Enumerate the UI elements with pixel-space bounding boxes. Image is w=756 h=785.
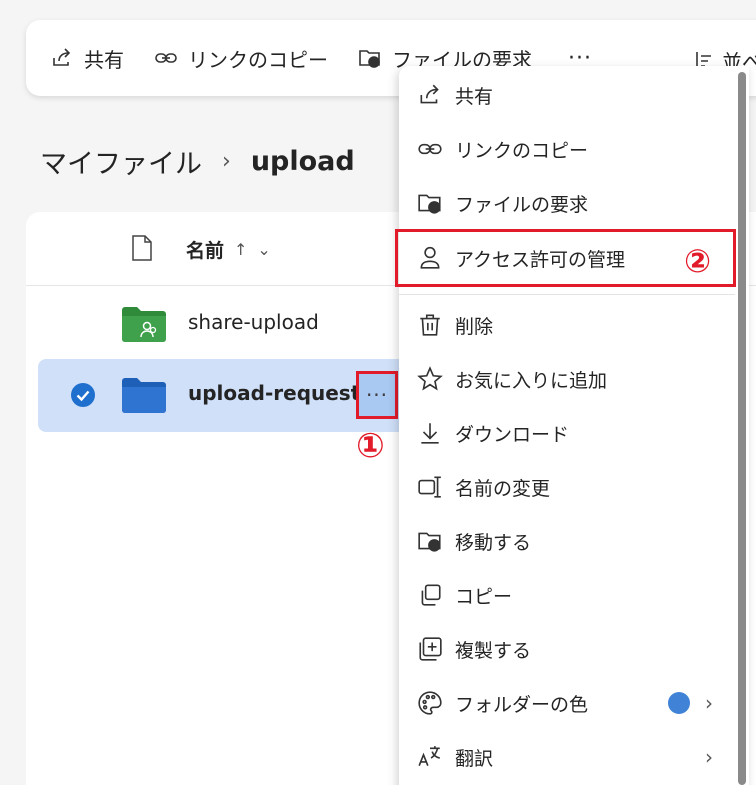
checkmark-icon[interactable] <box>70 382 96 408</box>
person-icon <box>417 245 443 271</box>
menu-item-label: 移動する <box>455 531 532 554</box>
annotation-step-2: ② <box>684 242 712 280</box>
rename-icon <box>417 474 443 500</box>
file-type-icon <box>130 234 154 262</box>
row-more-button[interactable]: ··· <box>356 371 398 419</box>
menu-item-label: コピー <box>455 585 513 608</box>
menu-item-delete[interactable]: 削除 <box>399 300 739 350</box>
menu-item-label: フォルダーの色 <box>455 693 589 716</box>
share-icon <box>50 46 74 70</box>
menu-divider <box>399 294 735 295</box>
table-row[interactable]: share-upload <box>38 288 438 360</box>
chevron-right-icon: › <box>705 691 713 715</box>
menu-item-label: お気に入りに追加 <box>455 369 608 392</box>
toolbar-share-label: 共有 <box>84 47 124 72</box>
menu-item-label: 翻訳 <box>455 747 494 770</box>
menu-item-copy[interactable]: コピー <box>399 570 739 620</box>
download-icon <box>417 420 443 446</box>
menu-item-download[interactable]: ダウンロード <box>399 408 739 458</box>
breadcrumb-separator: › <box>222 149 231 174</box>
star-icon <box>417 366 443 392</box>
folder-color-swatch <box>668 692 690 714</box>
file-name[interactable]: upload-request <box>188 381 360 405</box>
menu-item-move[interactable]: 移動する <box>399 516 739 566</box>
menu-item-label: 共有 <box>455 85 494 108</box>
table-row-selected[interactable]: upload-request ··· <box>38 359 438 432</box>
menu-item-label: 削除 <box>455 315 494 338</box>
translate-icon <box>417 744 443 770</box>
breadcrumb-current: upload <box>250 146 355 177</box>
move-icon <box>417 528 443 554</box>
shared-folder-icon <box>122 306 166 342</box>
folder-icon <box>122 377 166 413</box>
chevron-right-icon: › <box>705 745 713 769</box>
trash-icon <box>417 312 443 338</box>
chevron-down-icon[interactable]: ⌄ <box>257 240 270 259</box>
toolbar-copy-link-label: リンクのコピー <box>188 47 328 72</box>
duplicate-icon <box>417 636 443 662</box>
menu-item-label: ファイルの要求 <box>455 193 589 216</box>
menu-item-label: ダウンロード <box>455 423 570 446</box>
menu-item-translate[interactable]: 翻訳 › <box>399 732 739 782</box>
sort-ascending-icon: ↑ <box>234 240 248 259</box>
folder-request-icon <box>417 190 443 216</box>
breadcrumb-root[interactable]: マイファイル <box>40 142 202 181</box>
menu-item-copy-link[interactable]: リンクのコピー <box>399 124 739 174</box>
palette-icon <box>417 690 443 716</box>
toolbar-copy-link-button[interactable]: リンクのコピー <box>154 44 328 73</box>
annotation-step-1: ① <box>356 426 385 466</box>
column-header-name-label: 名前 <box>186 240 225 262</box>
breadcrumb: マイファイル › upload <box>40 142 355 181</box>
link-icon <box>417 136 443 162</box>
menu-item-add-favorite[interactable]: お気に入りに追加 <box>399 354 739 404</box>
menu-item-rename[interactable]: 名前の変更 <box>399 462 739 512</box>
scrollbar[interactable] <box>738 72 746 785</box>
context-menu: 共有 リンクのコピー ファイルの要求 アクセス許可の管理 ② 削除 お気に入りに… <box>395 66 749 785</box>
column-header-name[interactable]: 名前 ↑ ⌄ <box>186 236 271 263</box>
menu-item-duplicate[interactable]: 複製する <box>399 624 739 674</box>
menu-item-label: アクセス許可の管理 <box>455 248 626 271</box>
share-icon <box>417 82 443 108</box>
menu-item-label: リンクのコピー <box>455 139 589 162</box>
link-icon <box>154 46 178 70</box>
toolbar-share-button[interactable]: 共有 <box>50 44 124 73</box>
menu-item-label: 名前の変更 <box>455 477 551 500</box>
menu-item-manage-access[interactable]: アクセス許可の管理 ② <box>395 229 736 287</box>
file-name[interactable]: share-upload <box>188 310 319 334</box>
copy-icon <box>417 582 443 608</box>
menu-item-label: 複製する <box>455 639 532 662</box>
menu-item-folder-color[interactable]: フォルダーの色 › <box>399 678 739 728</box>
menu-item-request-files[interactable]: ファイルの要求 <box>399 178 739 228</box>
folder-request-icon <box>358 46 382 70</box>
menu-item-share[interactable]: 共有 <box>399 70 739 120</box>
